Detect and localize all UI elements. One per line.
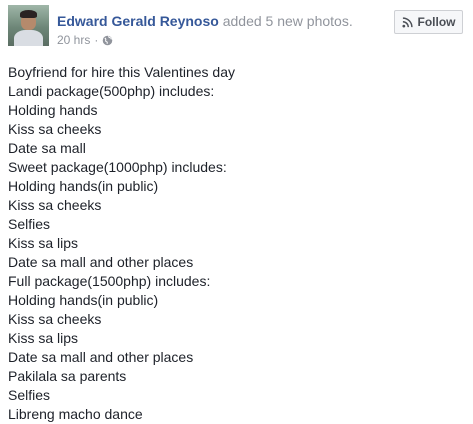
post-line: Holding hands [8, 102, 98, 118]
post-line: Kiss sa cheeks [8, 121, 102, 137]
post-line: Date sa mall and other places [8, 349, 194, 365]
post-action-text: added 5 new photos. [222, 13, 353, 29]
post-title-line: Edward Gerald Reynoso added 5 new photos… [57, 13, 353, 29]
rss-icon [401, 16, 413, 28]
post-line: Kiss sa lips [8, 235, 79, 251]
post-line: Kiss sa cheeks [8, 311, 102, 327]
post-line: Landi package(500php) includes: [8, 83, 215, 99]
follow-button-label: Follow [417, 15, 456, 29]
post-line: Date sa mall and other places [8, 254, 194, 270]
post-body: Boyfriend for hire this Valentines day L… [8, 63, 463, 424]
post-line: Boyfriend for hire this Valentines day [8, 64, 235, 80]
post-line: Holding hands(in public) [8, 178, 159, 194]
avatar[interactable] [8, 5, 49, 46]
avatar-hair [20, 10, 37, 18]
post-timestamp-link[interactable]: 20 hrs [57, 33, 90, 47]
post-line: Selfies [8, 216, 51, 232]
follow-button[interactable]: Follow [394, 10, 463, 34]
post-line: Date sa mall [8, 140, 86, 156]
post-line: Libreng macho dance [8, 406, 143, 422]
post-line: Pakilala sa parents [8, 368, 127, 384]
meta-separator: · [94, 33, 99, 47]
post-line: Kiss sa lips [8, 330, 79, 346]
author-name-link[interactable]: Edward Gerald Reynoso [57, 13, 219, 29]
post-line: Holding hands(in public) [8, 292, 159, 308]
post-line: Sweet package(1000php) includes: [8, 159, 227, 175]
avatar-body [14, 30, 43, 46]
globe-icon[interactable] [102, 35, 113, 46]
post-line: Full package(1500php) includes: [8, 273, 211, 289]
post-line: Selfies [8, 387, 51, 403]
post-line: Kiss sa cheeks [8, 197, 102, 213]
post-meta: 20 hrs · [57, 33, 113, 47]
post-header: Edward Gerald Reynoso added 5 new photos… [0, 0, 473, 56]
